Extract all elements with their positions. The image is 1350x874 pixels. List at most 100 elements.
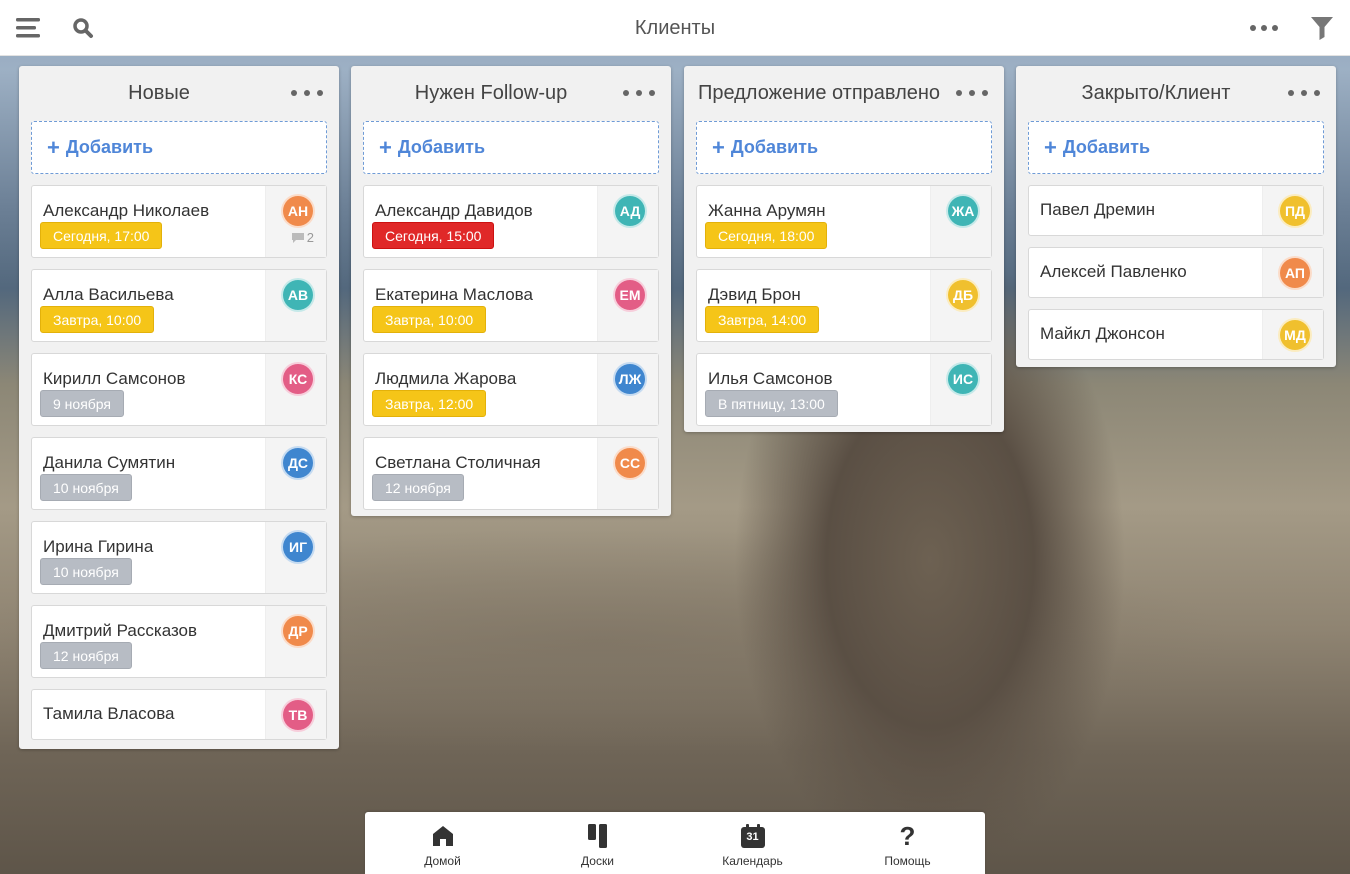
column-more-icon[interactable] [291, 82, 323, 104]
nav-calendar[interactable]: 31 Календарь [675, 812, 830, 874]
avatar: ТВ [281, 698, 315, 732]
nav-boards-label: Доски [581, 854, 614, 868]
client-card[interactable]: Тамила Власова ТВ [31, 689, 327, 740]
client-card[interactable]: Павел Дремин ПД [1028, 185, 1324, 236]
nav-calendar-label: Календарь [722, 854, 783, 868]
top-bar: Клиенты [0, 0, 1350, 56]
nav-boards[interactable]: Доски [520, 812, 675, 874]
client-name: Александр Николаев [43, 201, 210, 220]
client-card[interactable]: Екатерина Маслова Завтра, 10:00 ЕМ [363, 269, 659, 342]
client-name: Данила Сумятин [43, 453, 176, 472]
add-card-button[interactable]: + Добавить [1028, 121, 1324, 174]
avatar: ДС [281, 446, 315, 480]
page-title: Клиенты [634, 17, 716, 39]
client-card[interactable]: Александр Давидов Сегодня, 15:00 АД [363, 185, 659, 258]
client-name: Майкл Джонсон [1040, 324, 1165, 343]
column-more-icon[interactable] [1288, 82, 1320, 104]
client-name: Алексей Павленко [1040, 262, 1187, 281]
avatar: АП [1278, 256, 1312, 290]
client-name: Кирилл Самсонов [43, 369, 186, 388]
avatar: ИГ [281, 530, 315, 564]
column-follow-up: Нужен Follow-up + Добавить Александр Дави… [351, 66, 671, 516]
avatar: ДР [281, 614, 315, 648]
add-card-button[interactable]: + Добавить [31, 121, 327, 174]
nav-help[interactable]: ? Помощь [830, 812, 985, 874]
nav-home[interactable]: Домой [365, 812, 520, 874]
client-name: Дмитрий Рассказов [43, 621, 198, 640]
avatar: ЖА [946, 194, 980, 228]
avatar: АД [613, 194, 647, 228]
client-card[interactable]: Дмитрий Рассказов 12 ноября ДР [31, 605, 327, 678]
column-title: Новые [128, 82, 190, 104]
comment-icon [291, 232, 304, 243]
due-date-badge: Сегодня, 15:00 [372, 222, 495, 249]
column-header: Новые [19, 66, 339, 120]
column-more-icon[interactable] [956, 82, 988, 104]
due-date-badge: 12 ноября [372, 474, 464, 501]
avatar: АН [281, 194, 315, 228]
client-card[interactable]: Алла Васильева Завтра, 10:00 АВ [31, 269, 327, 342]
client-card[interactable]: Алексей Павленко АП [1028, 247, 1324, 298]
boards-icon [587, 822, 609, 850]
calendar-day: 31 [746, 831, 759, 843]
avatar: АВ [281, 278, 315, 312]
plus-icon: + [1044, 134, 1057, 160]
add-card-button[interactable]: + Добавить [696, 121, 992, 174]
client-card[interactable]: Ирина Гирина 10 ноября ИГ [31, 521, 327, 594]
add-label: Добавить [397, 137, 486, 157]
column-header: Закрыто/Клиент [1016, 66, 1336, 120]
client-name: Алла Васильева [43, 285, 174, 304]
nav-help-label: Помощь [884, 854, 931, 868]
client-card[interactable]: Дэвид Брон Завтра, 14:00 ДБ [696, 269, 992, 342]
column-title: Предложение отправлено [697, 82, 941, 104]
more-horizontal-icon[interactable] [1248, 12, 1280, 44]
plus-icon: + [47, 134, 60, 160]
client-card[interactable]: Кирилл Самсонов 9 ноября КС [31, 353, 327, 426]
client-name: Дэвид Брон [708, 285, 801, 304]
due-date-badge: В пятницу, 13:00 [705, 390, 838, 417]
client-name: Илья Самсонов [708, 369, 833, 388]
column-header: Нужен Follow-up [351, 66, 671, 120]
client-card[interactable]: Илья Самсонов В пятницу, 13:00 ИС [696, 353, 992, 426]
client-card[interactable]: Данила Сумятин 10 ноября ДС [31, 437, 327, 510]
plus-icon: + [379, 134, 392, 160]
client-name: Светлана Столичная [375, 453, 541, 472]
nav-home-label: Домой [424, 854, 461, 868]
avatar: ЛЖ [613, 362, 647, 396]
client-card[interactable]: Светлана Столичная 12 ноября СС [363, 437, 659, 510]
comment-count: 2 [291, 230, 314, 245]
due-date-badge: Завтра, 10:00 [40, 306, 155, 333]
client-card[interactable]: Майкл Джонсон МД [1028, 309, 1324, 360]
add-label: Добавить [65, 137, 154, 157]
due-date-badge: Сегодня, 18:00 [705, 222, 828, 249]
avatar: ЕМ [613, 278, 647, 312]
client-card[interactable]: Александр Николаев Сегодня, 17:00 АН 2 [31, 185, 327, 258]
client-name: Тамила Власова [43, 704, 175, 723]
column-more-icon[interactable] [623, 82, 655, 104]
add-label: Добавить [730, 137, 819, 157]
client-name: Жанна Арумян [708, 201, 826, 220]
client-card[interactable]: Жанна Арумян Сегодня, 18:00 ЖА [696, 185, 992, 258]
add-label: Добавить [1062, 137, 1151, 157]
due-date-badge: Завтра, 14:00 [705, 306, 820, 333]
help-icon: ? [899, 820, 916, 851]
filter-icon[interactable] [1306, 12, 1338, 44]
due-date-badge: Сегодня, 17:00 [40, 222, 163, 249]
avatar: КС [281, 362, 315, 396]
add-card-button[interactable]: + Добавить [363, 121, 659, 174]
client-name: Ирина Гирина [43, 537, 154, 556]
column-proposal-sent: Предложение отправлено + Добавить Жанна А… [684, 66, 1004, 432]
column-closed-client: Закрыто/Клиент + Добавить Павел Дремин ПД… [1016, 66, 1336, 367]
calendar-icon: 31 [740, 822, 766, 850]
avatar: МД [1278, 318, 1312, 352]
home-icon [431, 822, 455, 850]
avatar: ПД [1278, 194, 1312, 228]
column-title: Нужен Follow-up [414, 82, 568, 104]
due-date-badge: 9 ноября [40, 390, 125, 417]
client-card[interactable]: Людмила Жарова Завтра, 12:00 ЛЖ [363, 353, 659, 426]
column-title: Закрыто/Клиент [1081, 82, 1231, 104]
column-new: Новые + Добавить Александр Николаев Сегод… [19, 66, 339, 749]
due-date-badge: 10 ноября [40, 558, 132, 585]
due-date-badge: 12 ноября [40, 642, 132, 669]
client-name: Екатерина Маслова [375, 285, 533, 304]
